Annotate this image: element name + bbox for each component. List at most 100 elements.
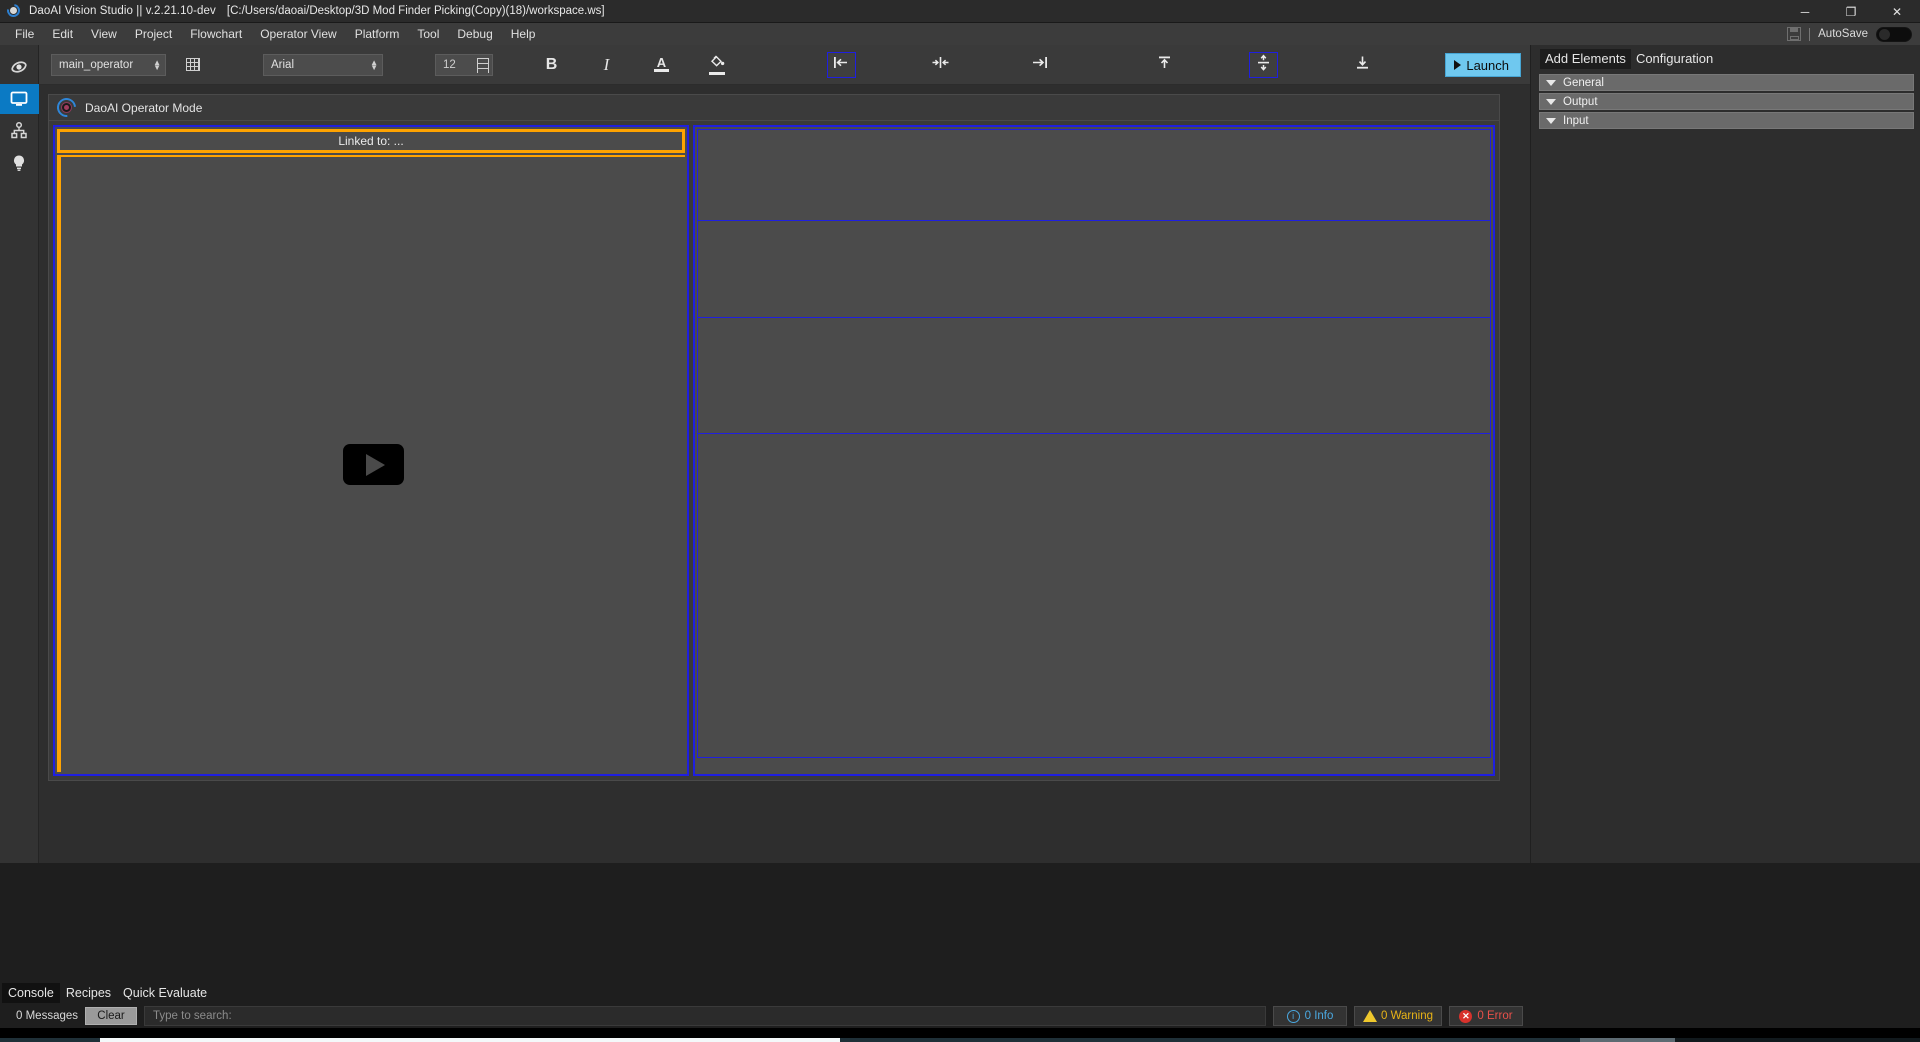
- align-center-horizontal-button[interactable]: [926, 52, 955, 78]
- vision-icon: [9, 57, 29, 77]
- font-size-value: 12: [443, 58, 456, 71]
- widget-cell[interactable]: [697, 129, 1491, 221]
- dock-sections: General Output Input: [1531, 69, 1920, 129]
- close-button[interactable]: ✕: [1874, 0, 1920, 23]
- window-file-path: [C:/Users/daoai/Desktop/3D Mod Finder Pi…: [226, 5, 605, 17]
- operator-panel-title: DaoAI Operator Mode: [85, 100, 203, 115]
- error-chip[interactable]: ✕ 0 Error: [1449, 1006, 1523, 1026]
- align-top-icon: [1157, 55, 1172, 74]
- menu-item-operator-view[interactable]: Operator View: [251, 24, 345, 44]
- sidebar-item-insights[interactable]: [0, 148, 39, 178]
- sidebar-item-flowchart[interactable]: [0, 116, 39, 146]
- linked-to-label[interactable]: Linked to: ...: [57, 129, 685, 153]
- daoai-logo-icon: [53, 94, 80, 121]
- operator-select[interactable]: main_operator ▲ ▼: [51, 53, 166, 76]
- lightbulb-icon: [9, 153, 29, 173]
- error-icon: ✕: [1459, 1009, 1473, 1023]
- menu-item-tool[interactable]: Tool: [408, 24, 448, 44]
- operator-panel: DaoAI Operator Mode Linked to: ...: [48, 94, 1500, 781]
- os-taskbar-strip: [0, 1028, 1920, 1042]
- format-toolbar: main_operator ▲ ▼ Arial ▲ ▼ 12 B I A Lau…: [39, 45, 1530, 85]
- clear-button[interactable]: Clear: [85, 1007, 138, 1025]
- section-input-label: Input: [1563, 114, 1589, 127]
- section-general[interactable]: General: [1539, 74, 1914, 91]
- align-right-button[interactable]: [1025, 52, 1054, 78]
- launch-button[interactable]: Launch: [1445, 53, 1521, 77]
- fill-color-button[interactable]: [702, 52, 731, 78]
- error-chip-label: 0 Error: [1477, 1010, 1513, 1022]
- launch-label: Launch: [1466, 57, 1509, 73]
- info-chip[interactable]: i 0 Info: [1273, 1006, 1347, 1026]
- tab-add-elements[interactable]: Add Elements: [1540, 49, 1631, 69]
- tab-quick-evaluate[interactable]: Quick Evaluate: [117, 983, 213, 1003]
- autosave-area: AutoSave: [1787, 23, 1912, 45]
- align-center-vertical-button[interactable]: [1249, 51, 1278, 78]
- maximize-button[interactable]: ❐: [1828, 0, 1874, 23]
- menu-item-platform[interactable]: Platform: [346, 24, 409, 44]
- section-input[interactable]: Input: [1539, 112, 1914, 129]
- italic-button[interactable]: I: [592, 52, 621, 78]
- menu-item-edit[interactable]: Edit: [43, 24, 82, 44]
- section-output-label: Output: [1563, 95, 1598, 108]
- minimize-button[interactable]: ─: [1782, 0, 1828, 23]
- tab-configuration[interactable]: Configuration: [1631, 49, 1718, 69]
- video-placeholder[interactable]: [342, 444, 404, 485]
- play-icon: [366, 453, 385, 476]
- menu-item-debug[interactable]: Debug: [448, 24, 501, 44]
- menu-item-project[interactable]: Project: [126, 24, 181, 44]
- widget-cell[interactable]: [697, 317, 1491, 434]
- save-floppy-icon[interactable]: [1787, 27, 1802, 41]
- warning-chip[interactable]: 0 Warning: [1354, 1006, 1442, 1026]
- left-widget-group[interactable]: Linked to: ...: [53, 125, 689, 776]
- align-left-button[interactable]: [827, 51, 856, 78]
- align-bottom-icon: [1355, 55, 1370, 74]
- operator-select-value: main_operator: [59, 58, 134, 71]
- section-output[interactable]: Output: [1539, 93, 1914, 110]
- font-size-input[interactable]: 12: [435, 53, 493, 76]
- font-color-icon: A: [654, 56, 669, 72]
- play-icon: [1454, 60, 1462, 70]
- chevron-down-icon: [1546, 117, 1556, 124]
- italic-label: I: [603, 54, 610, 74]
- window-title: DaoAI Vision Studio || v.2.21.10-dev: [29, 5, 216, 17]
- center-column: main_operator ▲ ▼ Arial ▲ ▼ 12 B I A Lau…: [39, 45, 1530, 863]
- daoai-eye-icon: [4, 1, 23, 20]
- menu-item-view[interactable]: View: [82, 24, 126, 44]
- menu-item-file[interactable]: File: [6, 24, 43, 44]
- grid-icon: [185, 58, 200, 71]
- autosave-toggle[interactable]: [1876, 26, 1912, 42]
- sidebar-item-operator-view[interactable]: [0, 84, 39, 114]
- workspace-canvas[interactable]: DaoAI Operator Mode Linked to: ...: [39, 85, 1530, 863]
- right-widget-group[interactable]: [693, 125, 1495, 776]
- font-family-value: Arial: [271, 58, 295, 71]
- widget-cell[interactable]: [697, 433, 1491, 758]
- console-search-input[interactable]: Type to search:: [144, 1006, 1266, 1026]
- widget-cell[interactable]: [697, 220, 1491, 318]
- dock-tab-bar: Add Elements Configuration: [1531, 45, 1920, 69]
- grid-button[interactable]: [178, 52, 207, 78]
- menu-item-flowchart[interactable]: Flowchart: [181, 24, 251, 44]
- hierarchy-icon: [9, 121, 29, 141]
- operator-panel-body: Linked to: ...: [49, 121, 1499, 780]
- sidebar-item-vision[interactable]: [0, 52, 39, 82]
- chevron-updown-icon: ▲ ▼: [153, 57, 161, 72]
- console-dock: Console Recipes Quick Evaluate 0 Message…: [0, 982, 1529, 1028]
- align-bottom-button[interactable]: [1348, 52, 1377, 78]
- align-top-button[interactable]: [1150, 52, 1179, 78]
- dock-empty-area: [1531, 129, 1920, 863]
- window-controls: ─ ❐ ✕: [1782, 0, 1920, 23]
- tab-console[interactable]: Console: [2, 983, 60, 1003]
- menu-separator: [1809, 27, 1811, 41]
- fill-bucket-icon: [708, 55, 725, 75]
- menu-item-help[interactable]: Help: [502, 24, 545, 44]
- video-display-widget[interactable]: [57, 155, 685, 772]
- tab-recipes[interactable]: Recipes: [60, 983, 117, 1003]
- info-chip-label: 0 Info: [1304, 1010, 1334, 1022]
- chevron-down-icon: [1546, 98, 1556, 105]
- font-color-button[interactable]: A: [647, 52, 676, 78]
- console-toolbar: 0 Messages Clear Type to search: i 0 Inf…: [0, 1004, 1529, 1028]
- font-family-select[interactable]: Arial ▲ ▼: [263, 53, 383, 76]
- spinner-arrows-icon[interactable]: [477, 57, 489, 73]
- warning-icon: [1362, 1010, 1377, 1023]
- bold-button[interactable]: B: [537, 52, 566, 78]
